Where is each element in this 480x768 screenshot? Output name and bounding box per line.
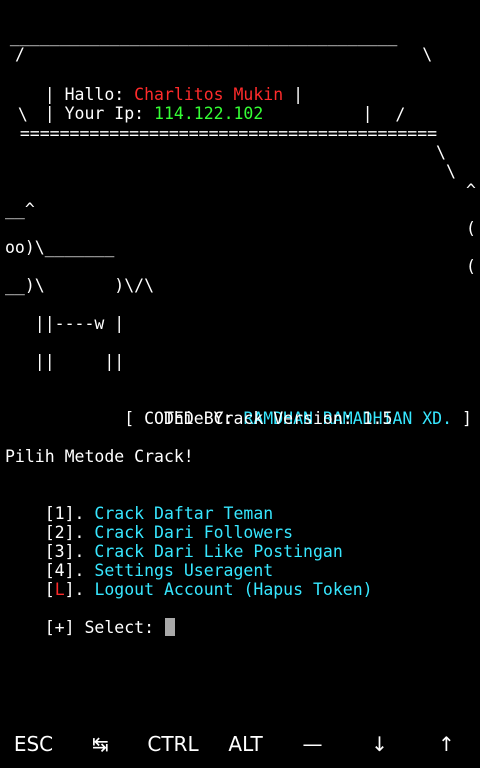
dash-key[interactable]: —	[293, 732, 333, 756]
alt-key[interactable]: ALT	[226, 732, 266, 756]
esc-key[interactable]: ESC	[13, 732, 53, 756]
menu-item-4[interactable]: [4]. Settings Useragent	[5, 542, 273, 580]
ascii-art-line-5: (	[466, 219, 476, 238]
menu-item-2[interactable]: [2]. Crack Dari Followers	[5, 504, 293, 542]
logout-close: ].	[64, 580, 95, 599]
hallo-line: | Hallo: Charlitos Mukin |	[5, 66, 303, 104]
ascii-art-line-9: ||----w |	[5, 314, 125, 333]
coded-by-line: [ CODED BY: RAMDHAN RAMADHIAN XD. ]	[5, 390, 472, 428]
logout-open: [	[44, 580, 55, 599]
ascii-art-line-1: \	[436, 143, 446, 162]
select-line[interactable]: [+] Select:	[5, 599, 175, 637]
ascii-art-line-7: (	[466, 257, 476, 276]
terminal-screen[interactable]: _______________________________________ …	[0, 0, 480, 720]
menu-item-1[interactable]: [1]. Crack Daftar Teman	[5, 485, 273, 523]
ip-line: | Your Ip: 114.122.102 |	[5, 85, 373, 123]
arrow-up-icon[interactable]: ↑	[426, 732, 466, 756]
select-prompt: [+] Select:	[44, 618, 164, 637]
ctrl-key[interactable]: CTRL	[147, 732, 198, 756]
ascii-art-line-6: oo)\_______	[5, 238, 115, 257]
text-cursor[interactable]	[164, 618, 175, 636]
banner-slash-line: / \	[15, 45, 433, 64]
ascii-art-line-3: ^	[466, 181, 476, 200]
ascii-art-line-10: || ||	[5, 352, 125, 371]
menu-prompt: Pilih Metode Crack!	[5, 447, 194, 466]
logout-key: L	[54, 580, 65, 599]
ascii-art-line-8: __)\ )\/\	[5, 276, 155, 295]
arrow-down-icon[interactable]: ↓	[359, 732, 399, 756]
banner-double-line: ========================================…	[0, 124, 438, 143]
version-line: Thie Crack Version: 1.5	[5, 409, 393, 428]
extra-keys-bar: ESC ↹ CTRL ALT — ↓ ↑	[0, 720, 480, 768]
ascii-art-line-4: __^	[5, 200, 35, 219]
banner-top-line: _______________________________________	[0, 27, 398, 46]
menu-item-3[interactable]: [3]. Crack Dari Like Postingan	[5, 523, 343, 561]
banner-back-slash-line: \ /	[8, 105, 406, 124]
logout-label: Logout Account (Hapus Token)	[94, 580, 373, 599]
tab-icon[interactable]: ↹	[80, 732, 120, 756]
ascii-art-line-2: \	[446, 162, 456, 181]
coded-by-suffix: ]	[452, 409, 472, 428]
menu-item-logout[interactable]: [L]. Logout Account (Hapus Token)	[5, 561, 373, 599]
